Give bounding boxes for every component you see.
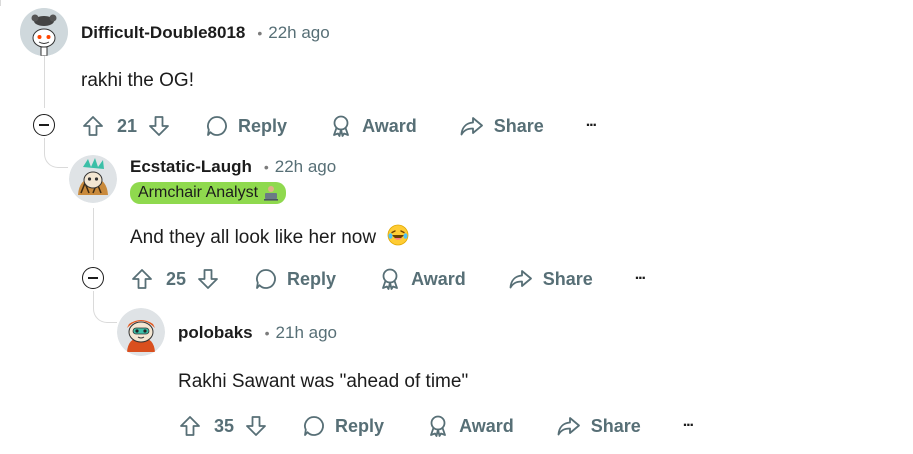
avatar[interactable] — [69, 155, 117, 203]
share-icon — [557, 417, 580, 436]
reply-label: Reply — [287, 268, 337, 289]
downvote-icon — [149, 116, 169, 136]
award-label: Award — [459, 415, 514, 436]
timestamp[interactable]: 22h ago — [275, 157, 336, 177]
reply-button[interactable]: Reply — [302, 414, 384, 438]
collapse-icon — [39, 124, 49, 126]
thread-curve-1 — [44, 138, 68, 168]
share-button[interactable]: Share — [459, 114, 544, 138]
award-label: Award — [411, 268, 466, 289]
reply-button[interactable]: Reply — [205, 114, 287, 138]
comment-meta: polobaks • 21h ago — [178, 321, 337, 345]
laughing-emoji-icon — [387, 224, 409, 252]
vote-count: 21 — [117, 115, 138, 136]
reply-bubble-icon — [304, 416, 324, 436]
comment-body: Rakhi Sawant was "ahead of time" — [178, 371, 469, 392]
timestamp[interactable]: 21h ago — [276, 323, 337, 343]
snoo-avatar-icon — [20, 8, 68, 56]
comment-meta: Ecstatic-Laugh • 22h ago — [130, 155, 336, 179]
thread-line-1 — [44, 56, 45, 108]
thread-curve-2 — [93, 291, 117, 323]
comment-actions: 35 Reply Award Share ··· — [178, 411, 695, 441]
upvote-icon — [180, 416, 200, 436]
user-flair: Armchair Analyst — [130, 182, 287, 204]
award-icon — [382, 268, 398, 290]
comment-meta: Difficult-Double8018 • 22h ago — [81, 21, 330, 45]
collapse-button[interactable] — [33, 114, 55, 136]
comment-body: And they all look like her now — [130, 224, 409, 252]
award-label: Award — [362, 115, 417, 136]
share-icon — [460, 117, 483, 136]
upvote-icon — [132, 269, 152, 289]
username[interactable]: Ecstatic-Laugh — [130, 157, 252, 177]
separator: • — [257, 25, 263, 41]
share-button[interactable]: Share — [508, 267, 593, 291]
share-button[interactable]: Share — [556, 414, 641, 438]
award-button[interactable]: Award — [378, 267, 466, 291]
reply-bubble-icon — [256, 269, 276, 289]
vote-count: 25 — [166, 268, 187, 289]
snoo-avatar-icon — [69, 155, 117, 203]
thread-line-top — [0, 0, 1, 6]
reply-label: Reply — [238, 115, 288, 136]
downvote-button[interactable] — [196, 267, 220, 291]
comment-body-text: And they all look like her now — [130, 227, 377, 248]
comment-actions: 25 Reply Award Share ··· — [130, 264, 647, 294]
comment-actions: 21 Reply Award Share ··· — [81, 111, 598, 141]
reply-bubble-icon — [207, 116, 227, 136]
downvote-icon — [198, 269, 218, 289]
share-label: Share — [542, 268, 593, 289]
vote-count: 35 — [214, 415, 235, 436]
downvote-button[interactable] — [244, 414, 268, 438]
award-button[interactable]: Award — [329, 114, 417, 138]
downvote-button[interactable] — [147, 114, 171, 138]
avatar[interactable] — [20, 8, 68, 56]
avatar[interactable] — [117, 308, 165, 356]
upvote-button[interactable] — [81, 114, 105, 138]
separator: • — [264, 325, 270, 341]
snoo-avatar-icon — [117, 308, 165, 356]
share-label: Share — [590, 415, 641, 436]
reply-button[interactable]: Reply — [254, 267, 336, 291]
more-icon: ··· — [682, 417, 695, 434]
upvote-icon — [83, 116, 103, 136]
award-icon — [333, 115, 349, 137]
more-icon: ··· — [585, 117, 598, 134]
timestamp[interactable]: 22h ago — [268, 23, 329, 43]
reply-label: Reply — [335, 415, 385, 436]
laptop-emoji-icon — [264, 185, 279, 201]
upvote-button[interactable] — [178, 414, 202, 438]
username[interactable]: Difficult-Double8018 — [81, 23, 245, 43]
more-options-button[interactable]: ··· — [634, 270, 647, 288]
collapse-icon — [88, 277, 98, 279]
award-icon — [430, 415, 446, 437]
more-icon: ··· — [634, 270, 647, 287]
upvote-button[interactable] — [130, 267, 154, 291]
flair-text: Armchair Analyst — [138, 184, 259, 201]
comment-body: rakhi the OG! — [81, 70, 194, 91]
share-label: Share — [493, 115, 544, 136]
collapse-button[interactable] — [82, 267, 104, 289]
separator: • — [263, 159, 269, 175]
more-options-button[interactable]: ··· — [682, 417, 695, 435]
more-options-button[interactable]: ··· — [585, 117, 598, 135]
thread-line-2 — [93, 208, 94, 260]
downvote-icon — [246, 416, 266, 436]
award-button[interactable]: Award — [426, 414, 514, 438]
share-icon — [509, 270, 532, 289]
username[interactable]: polobaks — [178, 323, 253, 343]
